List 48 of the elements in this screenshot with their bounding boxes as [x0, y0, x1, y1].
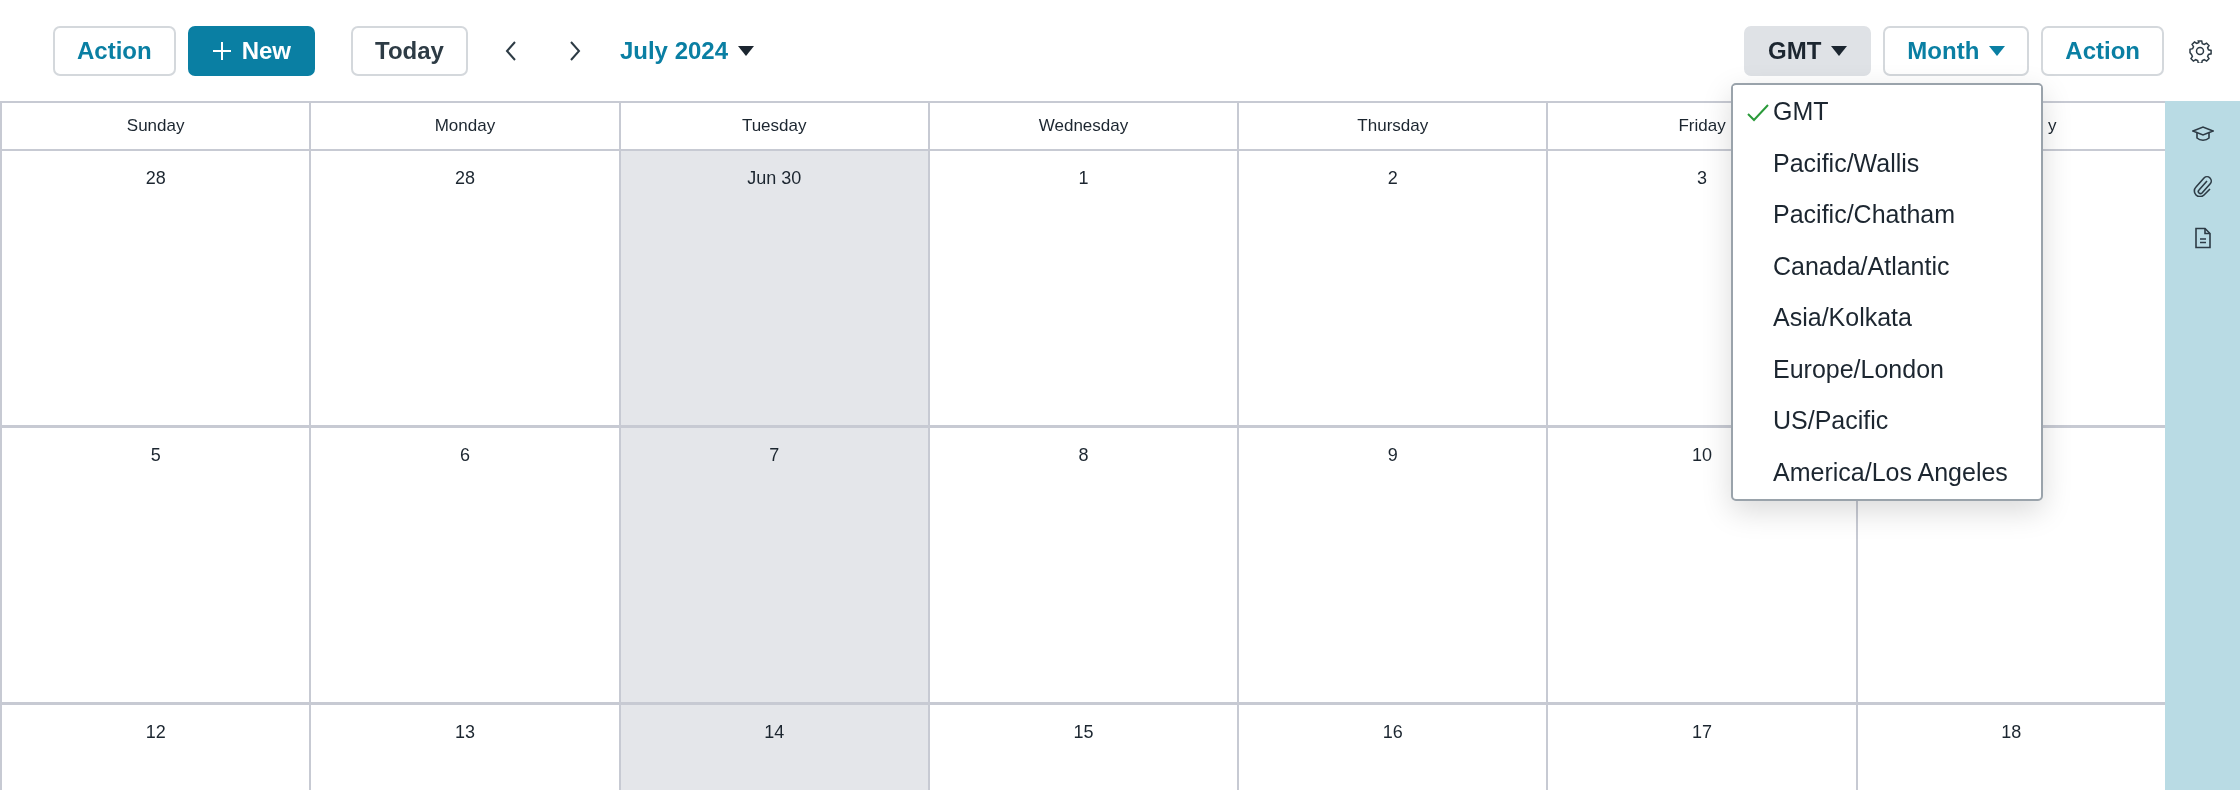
day-number: 18	[2001, 721, 2022, 741]
month-picker[interactable]: July 2024	[619, 32, 755, 69]
day-number: 9	[1387, 444, 1398, 464]
day-number: 5	[150, 444, 161, 464]
menu-item[interactable]: US/Pacific	[1733, 395, 2041, 447]
day-number: 17	[1692, 721, 1713, 741]
day-number: 16	[1382, 721, 1403, 741]
checkmark-icon	[1747, 104, 1769, 122]
day-number: 12	[145, 721, 166, 741]
day-number: 28	[454, 167, 475, 187]
day-number: 28	[145, 167, 166, 187]
day-number: 7	[769, 444, 780, 464]
weekday-header: y	[2048, 115, 2057, 138]
toolbar-button[interactable]: Action	[2041, 25, 2164, 76]
weekday-header: Sunday	[126, 115, 185, 138]
caret-icon	[738, 45, 755, 56]
menu-item[interactable]: America/Los Angeles	[1733, 446, 2041, 498]
day-number: 10	[1692, 444, 1713, 464]
paperclip-icon[interactable]	[2191, 175, 2214, 197]
dropdown-button[interactable]: Month	[1883, 25, 2030, 76]
toolbar-button[interactable]: Today	[351, 25, 468, 76]
day-number: 15	[1073, 721, 1094, 741]
weekday-header: Thursday	[1357, 115, 1429, 138]
toolbar-button[interactable]: Action	[53, 25, 176, 76]
weekday-header: Friday	[1678, 115, 1726, 138]
day-number: Jun 30	[747, 167, 802, 187]
weekday-header: Wednesday	[1038, 115, 1129, 138]
day-number: 8	[1078, 444, 1089, 464]
day-number: 13	[454, 721, 475, 741]
weekday-header: Monday	[434, 115, 496, 138]
menu-item[interactable]: Pacific/Chatham	[1733, 189, 2041, 241]
menu-item[interactable]: Europe/London	[1733, 343, 2041, 395]
menu-item[interactable]: Asia/Kolkata	[1733, 292, 2041, 344]
day-number: 1	[1078, 167, 1089, 187]
plus-icon	[211, 40, 232, 61]
menu-item[interactable]: Canada/Atlantic	[1733, 240, 2041, 292]
day-number: 3	[1697, 167, 1708, 187]
caret-icon	[1989, 45, 2006, 56]
menu-item[interactable]: GMT	[1733, 86, 2041, 138]
day-cell[interactable]: 14	[618, 705, 928, 790]
weekday-header: Tuesday	[741, 115, 807, 138]
caret-icon	[1831, 45, 1848, 56]
day-number: 6	[459, 444, 470, 464]
menu-item[interactable]: Pacific/Wallis	[1733, 137, 2041, 189]
day-number: 2	[1387, 167, 1398, 187]
dropdown-button[interactable]: GMT	[1744, 25, 1872, 76]
new-button[interactable]: New	[187, 25, 316, 76]
day-number: 14	[764, 721, 785, 741]
